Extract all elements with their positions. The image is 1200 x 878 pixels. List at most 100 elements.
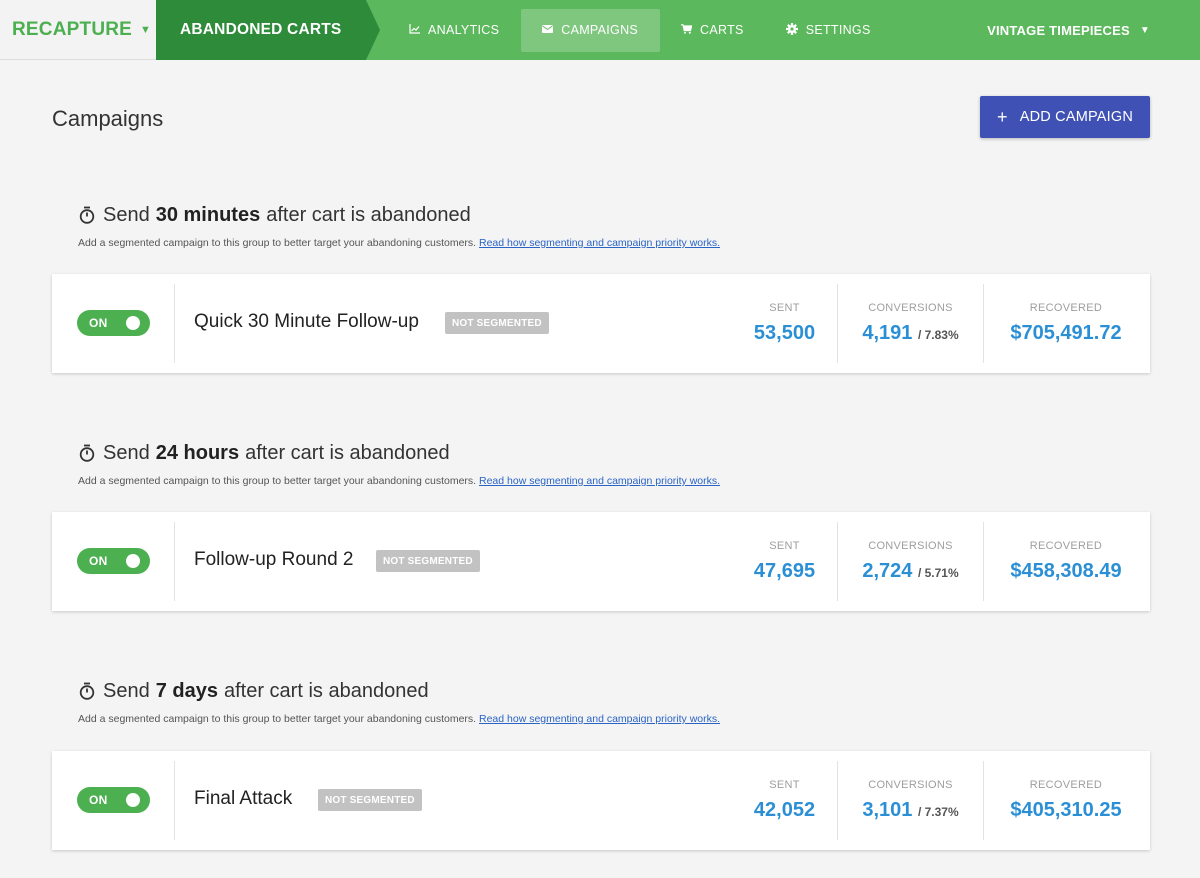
- timer-icon: [79, 444, 95, 462]
- stat-conversion-rate: / 7.37%: [917, 805, 959, 819]
- nav-settings-label: SETTINGS: [805, 23, 871, 37]
- store-menu[interactable]: VINTAGE TIMEPIECES ▼: [987, 0, 1150, 60]
- page-title: Campaigns: [52, 106, 164, 131]
- nav-settings[interactable]: SETTINGS: [766, 9, 893, 52]
- group-prefix: Send: [103, 203, 150, 226]
- segment-badge: NOT SEGMENTED: [318, 789, 422, 811]
- group-delay: 7 days: [155, 679, 218, 702]
- group-heading: Send 30 minutes after cart is abandoned: [78, 201, 1150, 229]
- stat-recovered-value: $458,308.49: [1010, 560, 1122, 582]
- segmenting-help-link[interactable]: Read how segmenting and campaign priorit…: [479, 237, 720, 249]
- segmenting-help-link[interactable]: Read how segmenting and campaign priorit…: [479, 475, 720, 487]
- campaign-card[interactable]: ON Quick 30 Minute Follow-up NOT SEGMENT…: [52, 274, 1150, 373]
- group-subtext: Add a segmented campaign to this group t…: [78, 475, 1150, 489]
- stat-sent-value: 53,500: [753, 322, 816, 344]
- group-subtext-text: Add a segmented campaign to this group t…: [78, 713, 477, 725]
- stat-recovered-label: RECOVERED: [1029, 540, 1103, 552]
- group-heading: Send 7 days after cart is abandoned: [78, 677, 1150, 705]
- brand-menu[interactable]: RECAPTURE ▼: [0, 0, 156, 60]
- nav-campaigns-label: CAMPAIGNS: [561, 23, 639, 37]
- top-navbar: RECAPTURE ▼ ABANDONED CARTS ANALYTICS CA…: [0, 0, 1200, 60]
- group-suffix: after cart is abandoned: [245, 441, 450, 464]
- campaign-name[interactable]: Quick 30 Minute Follow-up: [194, 311, 419, 333]
- stat-conversion-rate: / 5.71%: [917, 566, 959, 580]
- add-campaign-button[interactable]: + ADD CAMPAIGN: [980, 96, 1150, 138]
- campaign-toggle[interactable]: ON: [77, 787, 150, 813]
- section-title: ABANDONED CARTS: [156, 0, 380, 60]
- group-subtext: Add a segmented campaign to this group t…: [78, 713, 1150, 727]
- stat-conversions-label: CONVERSIONS: [868, 540, 953, 552]
- stat-conversions-value: 4,191: [862, 322, 913, 344]
- nav-analytics-label: ANALYTICS: [428, 23, 500, 37]
- segmenting-help-link[interactable]: Read how segmenting and campaign priorit…: [479, 713, 720, 725]
- gear-icon: [785, 22, 798, 38]
- analytics-icon: [408, 23, 420, 37]
- campaign-toggle[interactable]: ON: [77, 548, 150, 574]
- campaign-group: Send 30 minutes after cart is abandoned …: [52, 201, 1150, 373]
- stat-conversions-label: CONVERSIONS: [868, 302, 953, 314]
- nav-analytics[interactable]: ANALYTICS: [388, 9, 521, 52]
- caret-down-icon: ▼: [1139, 24, 1150, 36]
- group-subtext-text: Add a segmented campaign to this group t…: [78, 475, 477, 487]
- divider: [174, 761, 175, 840]
- stat-conversions-value: 3,101: [862, 799, 913, 821]
- campaign-card[interactable]: ON Follow-up Round 2 NOT SEGMENTED SENT …: [52, 512, 1150, 611]
- stat-sent: SENT 47,695: [732, 522, 837, 601]
- toggle-label: ON: [89, 793, 108, 807]
- stat-sent-label: SENT: [769, 540, 800, 552]
- group-prefix: Send: [103, 441, 150, 464]
- stat-sent-label: SENT: [769, 302, 800, 314]
- toggle-label: ON: [89, 316, 108, 330]
- campaign-name[interactable]: Follow-up Round 2: [194, 549, 353, 571]
- group-suffix: after cart is abandoned: [266, 203, 471, 226]
- plus-icon: +: [996, 106, 1008, 127]
- stat-conversions-value: 2,724: [862, 560, 913, 582]
- add-campaign-label: ADD CAMPAIGN: [1019, 109, 1134, 125]
- stat-sent-value: 42,052: [753, 799, 816, 821]
- campaign-name[interactable]: Final Attack: [194, 788, 292, 810]
- group-delay: 30 minutes: [155, 203, 261, 226]
- campaign-group: Send 24 hours after cart is abandoned Ad…: [52, 439, 1150, 611]
- stat-conversions: CONVERSIONS 2,724 / 5.71%: [838, 522, 983, 601]
- segment-badge: NOT SEGMENTED: [376, 550, 480, 572]
- campaign-group: Send 7 days after cart is abandoned Add …: [52, 677, 1150, 850]
- stat-recovered-label: RECOVERED: [1029, 779, 1103, 791]
- toggle-label: ON: [89, 554, 108, 568]
- group-suffix: after cart is abandoned: [223, 679, 429, 702]
- stat-sent: SENT 53,500: [732, 284, 837, 363]
- divider: [174, 284, 175, 363]
- stat-recovered: RECOVERED $405,310.25: [984, 761, 1148, 840]
- group-prefix: Send: [103, 679, 150, 702]
- toggle-knob: [126, 793, 140, 807]
- stat-recovered-value: $405,310.25: [1010, 799, 1122, 821]
- campaign-card[interactable]: ON Final Attack NOT SEGMENTED SENT 42,05…: [52, 751, 1150, 850]
- stat-conversion-rate: / 7.83%: [917, 328, 959, 342]
- cart-icon: [680, 23, 692, 37]
- nav-campaigns[interactable]: CAMPAIGNS: [521, 8, 661, 52]
- group-subtext-text: Add a segmented campaign to this group t…: [78, 237, 477, 249]
- segment-badge: NOT SEGMENTED: [445, 312, 549, 334]
- stat-sent-label: SENT: [769, 779, 800, 791]
- nav-carts[interactable]: CARTS: [660, 9, 766, 52]
- stat-recovered-value: $705,491.72: [1010, 322, 1122, 344]
- brand-name: RECAPTURE: [12, 19, 133, 40]
- timer-icon: [79, 682, 95, 700]
- stat-recovered: RECOVERED $705,491.72: [984, 284, 1148, 363]
- store-name: VINTAGE TIMEPIECES: [987, 22, 1130, 38]
- toggle-knob: [126, 554, 140, 568]
- stat-conversions-label: CONVERSIONS: [868, 779, 953, 791]
- stat-conversions: CONVERSIONS 4,191 / 7.83%: [838, 284, 983, 363]
- caret-down-icon: ▼: [140, 24, 152, 36]
- toggle-knob: [126, 316, 140, 330]
- mail-icon: [541, 24, 553, 36]
- divider: [174, 522, 175, 601]
- stat-recovered-label: RECOVERED: [1029, 302, 1103, 314]
- nav-carts-label: CARTS: [700, 23, 744, 37]
- group-delay: 24 hours: [155, 441, 240, 464]
- stat-conversions: CONVERSIONS 3,101 / 7.37%: [838, 761, 983, 840]
- nav-links: ANALYTICS CAMPAIGNS CARTS SETTINGS: [388, 0, 893, 60]
- campaign-toggle[interactable]: ON: [77, 310, 150, 336]
- timer-icon: [79, 206, 95, 224]
- stat-sent: SENT 42,052: [732, 761, 837, 840]
- group-subtext: Add a segmented campaign to this group t…: [78, 237, 1150, 251]
